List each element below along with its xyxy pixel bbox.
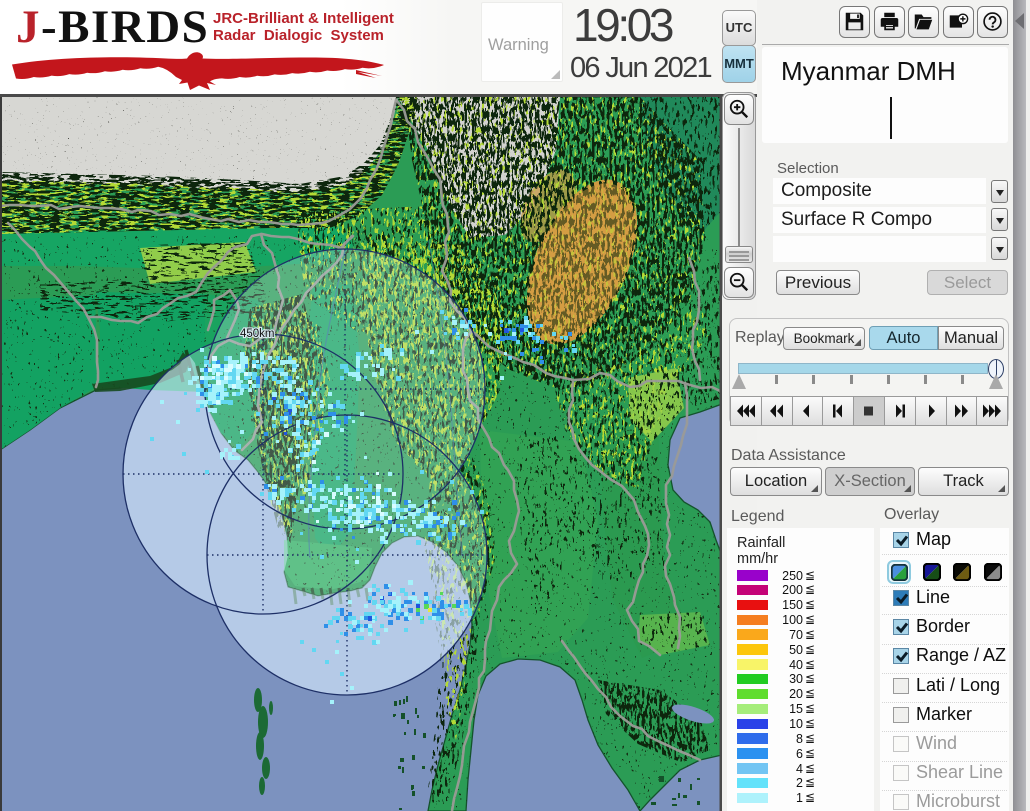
svg-text:450km: 450km — [240, 328, 275, 340]
